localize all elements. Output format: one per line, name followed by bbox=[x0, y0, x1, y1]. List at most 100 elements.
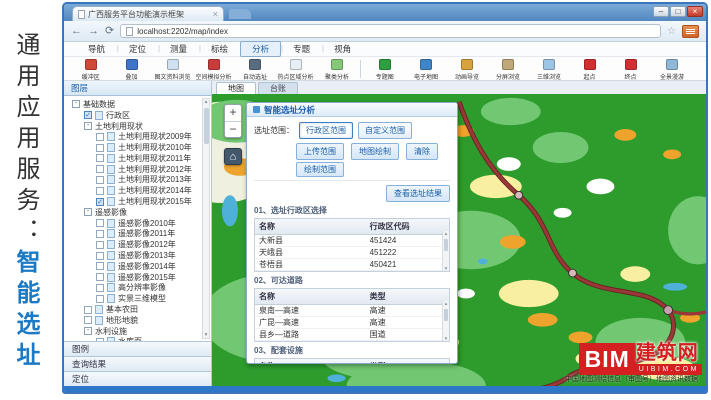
toolbar-item[interactable]: 图文资料浏览 bbox=[152, 59, 193, 81]
table-row[interactable]: 苍梧县450421 bbox=[255, 259, 449, 271]
back-icon[interactable]: ← bbox=[71, 26, 82, 37]
tree-row[interactable]: 遥感影像2011年 bbox=[68, 229, 199, 240]
layer-checkbox[interactable] bbox=[96, 230, 104, 238]
bookmark-star-icon[interactable]: ☆ bbox=[667, 26, 676, 37]
accordion-item[interactable]: 查询结果 bbox=[64, 356, 211, 371]
tree-row[interactable]: 土地利用现状2013年 bbox=[68, 175, 199, 186]
tree-row[interactable]: 地形地貌 bbox=[68, 315, 199, 326]
browser-tab[interactable]: 广西服务平台功能演示框架 × bbox=[72, 6, 224, 21]
tree-row[interactable]: 水利设施 bbox=[68, 326, 199, 337]
refresh-icon[interactable]: ⟳ bbox=[105, 26, 114, 37]
tree-row[interactable]: 土地利用现状2011年 bbox=[68, 153, 199, 164]
layer-checkbox[interactable] bbox=[96, 154, 104, 162]
toolbar-item[interactable]: 分屏浏览 bbox=[487, 59, 528, 81]
tree-row[interactable]: 土地利用现状2012年 bbox=[68, 164, 199, 175]
menu-tab[interactable]: 标绘 bbox=[199, 41, 240, 57]
tree-row[interactable]: 遥感影像2012年 bbox=[68, 239, 199, 250]
minimize-button[interactable]: – bbox=[653, 6, 669, 17]
tree-row[interactable]: 行政区 bbox=[68, 110, 199, 121]
layer-checkbox[interactable] bbox=[96, 198, 104, 206]
layer-checkbox[interactable] bbox=[96, 165, 104, 173]
layer-checkbox[interactable] bbox=[96, 338, 104, 341]
accordion-item[interactable]: 图例 bbox=[64, 341, 211, 356]
toolbar-item[interactable]: 三维浏览 bbox=[528, 59, 569, 81]
toolbar-item[interactable]: 热点区域分析 bbox=[275, 59, 316, 81]
layer-checkbox[interactable] bbox=[96, 133, 104, 141]
tab-close-icon[interactable]: × bbox=[213, 9, 218, 19]
draw-range-button[interactable]: 绘制范围 bbox=[296, 162, 344, 177]
clear-button[interactable]: 清除 bbox=[406, 143, 438, 160]
map-tab[interactable]: 台账 bbox=[258, 82, 298, 94]
expander-icon[interactable] bbox=[84, 327, 92, 335]
map-draw-button[interactable]: 地图绘制 bbox=[351, 143, 399, 160]
toolbar-item[interactable]: 专题图 bbox=[364, 59, 405, 81]
layer-checkbox[interactable] bbox=[84, 111, 92, 119]
menu-tab[interactable]: 视角 bbox=[322, 41, 363, 57]
menu-tab[interactable]: 定位 bbox=[117, 41, 158, 57]
tree-row[interactable]: 高分辨率影像 bbox=[68, 283, 199, 294]
menu-tab[interactable]: 分析 bbox=[240, 41, 281, 57]
layer-checkbox[interactable] bbox=[96, 144, 104, 152]
layer-checkbox[interactable] bbox=[96, 176, 104, 184]
toolbar-item[interactable]: 叠加 bbox=[111, 59, 152, 81]
toolbar-item[interactable]: 电子地图 bbox=[405, 59, 446, 81]
tree-row[interactable]: 遥感影像2010年 bbox=[68, 218, 199, 229]
tree-row[interactable]: 基本农田 bbox=[68, 304, 199, 315]
expander-icon[interactable] bbox=[84, 208, 92, 216]
tree-row[interactable]: 土地利用现状2010年 bbox=[68, 142, 199, 153]
tree-row[interactable]: 遥感影像2014年 bbox=[68, 261, 199, 272]
layer-checkbox[interactable] bbox=[84, 316, 92, 324]
menu-tab[interactable]: 导航 bbox=[76, 41, 117, 57]
close-button[interactable]: × bbox=[687, 6, 703, 17]
browser-menu-button[interactable] bbox=[682, 25, 699, 38]
toolbar-item[interactable]: 起点 bbox=[569, 59, 610, 81]
layer-checkbox[interactable] bbox=[96, 273, 104, 281]
upload-range-button[interactable]: 上传范围 bbox=[296, 143, 344, 160]
toolbar-item[interactable]: 动画导览 bbox=[446, 59, 487, 81]
layer-checkbox[interactable] bbox=[96, 295, 104, 303]
maximize-button[interactable]: □ bbox=[670, 6, 686, 17]
toolbar-item[interactable]: 终点 bbox=[610, 59, 651, 81]
toolbar-item[interactable]: 聚类分析 bbox=[316, 59, 357, 81]
layer-checkbox[interactable] bbox=[84, 306, 92, 314]
table-scrollbar[interactable]: ▲▼ bbox=[442, 301, 449, 341]
tree-row[interactable]: 实景三维模型 bbox=[68, 293, 199, 304]
accordion-item[interactable]: 定位 bbox=[64, 371, 211, 386]
menu-tab[interactable]: 专题 bbox=[281, 41, 322, 57]
layers-panel-header[interactable]: 图层 bbox=[64, 81, 211, 96]
toolbar-item[interactable]: 缓冲区 bbox=[70, 59, 111, 81]
layer-checkbox[interactable] bbox=[96, 284, 104, 292]
expander-icon[interactable] bbox=[72, 100, 80, 108]
forward-icon[interactable]: → bbox=[88, 26, 99, 37]
new-tab-button[interactable] bbox=[229, 9, 251, 19]
layer-checkbox[interactable] bbox=[96, 187, 104, 195]
tree-row[interactable]: 土地利用现状2014年 bbox=[68, 185, 199, 196]
tree-row[interactable]: 遥感影像 bbox=[68, 207, 199, 218]
expander-icon[interactable] bbox=[84, 122, 92, 130]
map-tab[interactable]: 地图 bbox=[216, 82, 256, 94]
url-input[interactable]: localhost:2202/map/index bbox=[120, 24, 661, 38]
map-canvas[interactable]: + − ⌂ 智能选址分析 选址范围： 行政区范围 自定义范围 bbox=[212, 94, 706, 386]
tree-scrollbar[interactable]: ▲▼ bbox=[202, 98, 210, 339]
range-mode-admin[interactable]: 行政区范围 bbox=[299, 122, 353, 139]
zoom-in-button[interactable]: + bbox=[225, 105, 241, 121]
range-mode-custom[interactable]: 自定义范围 bbox=[358, 122, 412, 139]
menu-tab[interactable]: 测量 bbox=[158, 41, 199, 57]
tree-row[interactable]: 土地利用现状2009年 bbox=[68, 131, 199, 142]
tree-row[interactable]: 遥感影像2013年 bbox=[68, 250, 199, 261]
dialog-titlebar[interactable]: 智能选址分析 bbox=[247, 103, 457, 117]
tree-row[interactable]: 水库面 bbox=[68, 337, 199, 341]
table-scrollbar[interactable]: ▲▼ bbox=[442, 231, 449, 271]
toolbar-item[interactable]: 自动选址 bbox=[234, 59, 275, 81]
toolbar-item[interactable]: 空间模拟分析 bbox=[193, 59, 234, 81]
toolbar-item[interactable]: 全景漫游 bbox=[651, 59, 692, 81]
layer-checkbox[interactable] bbox=[96, 219, 104, 227]
zoom-out-button[interactable]: − bbox=[225, 121, 241, 137]
layer-checkbox[interactable] bbox=[96, 262, 104, 270]
tree-row[interactable]: 土地利用现状 bbox=[68, 121, 199, 132]
view-result-button[interactable]: 查看选址结果 bbox=[386, 185, 450, 202]
layer-checkbox[interactable] bbox=[96, 241, 104, 249]
tree-row[interactable]: 基础数据 bbox=[68, 99, 199, 110]
home-button[interactable]: ⌂ bbox=[224, 148, 242, 165]
tree-row[interactable]: 遥感影像2015年 bbox=[68, 272, 199, 283]
